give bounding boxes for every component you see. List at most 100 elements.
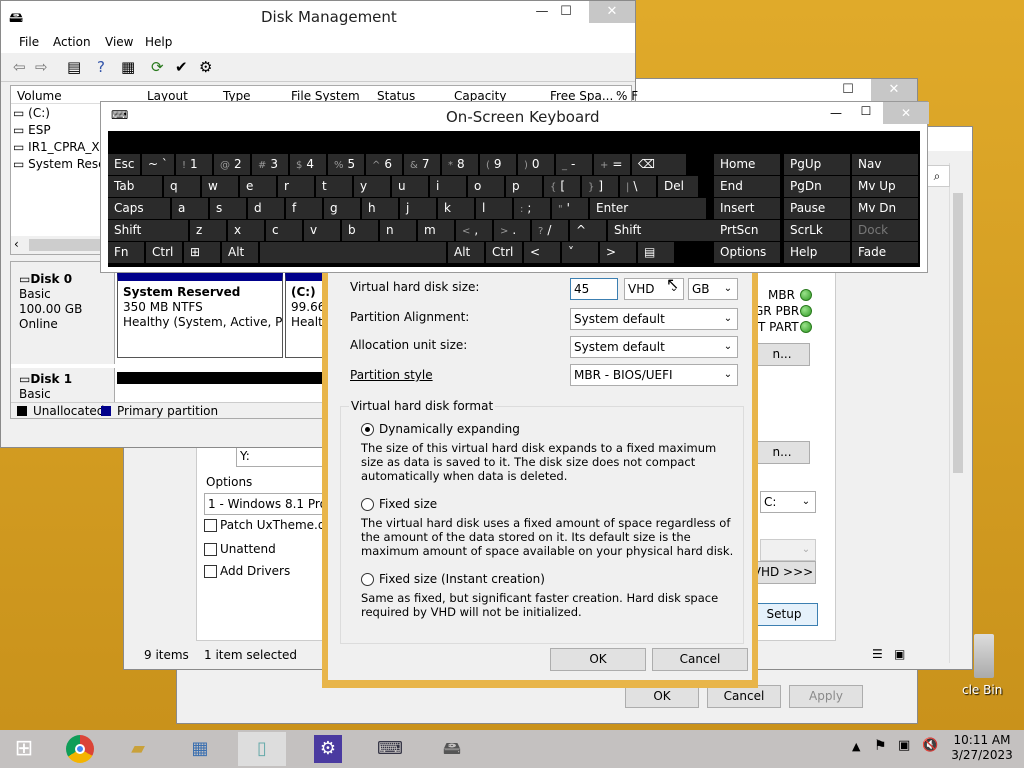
disk1-info[interactable]: ▭Disk 1 Basic bbox=[11, 368, 115, 402]
key-nav[interactable]: Nav bbox=[852, 154, 918, 175]
key-sym4-9[interactable]: > bbox=[600, 242, 636, 263]
key-sym1-11[interactable]: {[ bbox=[544, 176, 580, 197]
settings-icon[interactable]: ⚙ bbox=[304, 732, 352, 766]
disk-tool-icon[interactable]: 🖴 bbox=[428, 732, 476, 766]
list-item[interactable]: ▭ System Reser bbox=[13, 157, 110, 171]
control-panel-icon[interactable]: ▦ bbox=[176, 732, 224, 766]
key-y[interactable]: y bbox=[354, 176, 390, 197]
add-drivers-checkbox[interactable] bbox=[204, 565, 217, 578]
refresh-icon[interactable]: ⟳ bbox=[151, 58, 164, 76]
key-caps[interactable]: Caps bbox=[108, 198, 170, 219]
drive-select[interactable]: C: ⌄ bbox=[760, 491, 816, 513]
key-2[interactable]: @2 bbox=[214, 154, 250, 175]
list-item[interactable]: ▭ ESP bbox=[13, 123, 51, 137]
maximize-button[interactable]: ☐ bbox=[543, 1, 589, 23]
unattend-checkbox[interactable] bbox=[204, 543, 217, 556]
close-button[interactable]: ✕ bbox=[883, 102, 929, 124]
network-icon[interactable]: ▣ bbox=[898, 738, 910, 753]
key-sym4-7[interactable]: < bbox=[524, 242, 560, 263]
cancel-button[interactable]: Cancel bbox=[707, 685, 781, 708]
key-sym1-12[interactable]: }] bbox=[582, 176, 618, 197]
key-i[interactable]: i bbox=[430, 176, 466, 197]
key-dock[interactable]: Dock bbox=[852, 220, 918, 241]
key-w[interactable]: w bbox=[202, 176, 238, 197]
key-j[interactable]: j bbox=[400, 198, 436, 219]
instant-radio[interactable] bbox=[361, 573, 374, 586]
key-b[interactable]: b bbox=[342, 220, 378, 241]
key-ctrl[interactable]: Ctrl bbox=[486, 242, 522, 263]
key-7[interactable]: & 7 bbox=[404, 154, 440, 175]
partition-style-select[interactable]: MBR - BIOS/UEFI ⌄ bbox=[570, 364, 738, 386]
browse-button-2[interactable]: n... bbox=[754, 441, 810, 464]
cancel-button[interactable]: Cancel bbox=[652, 648, 748, 671]
key-enter[interactable]: Enter bbox=[590, 198, 706, 219]
close-button[interactable]: ✕ bbox=[871, 79, 917, 101]
key-sym2-11[interactable]: " ' bbox=[552, 198, 588, 219]
key-l[interactable]: l bbox=[476, 198, 512, 219]
key-shift[interactable]: Shift bbox=[608, 220, 716, 241]
key-9[interactable]: (9 bbox=[480, 154, 516, 175]
alignment-select[interactable]: System default ⌄ bbox=[570, 308, 738, 330]
chrome-icon[interactable] bbox=[56, 732, 104, 766]
key-insert[interactable]: Insert bbox=[714, 198, 780, 219]
key-0[interactable]: ) 0 bbox=[518, 154, 554, 175]
key-x[interactable]: x bbox=[228, 220, 264, 241]
list-item[interactable]: ▭ (C:) bbox=[13, 106, 50, 120]
key-p[interactable]: p bbox=[506, 176, 542, 197]
key-pgdn[interactable]: PgDn bbox=[784, 176, 850, 197]
menu-view[interactable]: View bbox=[105, 35, 133, 49]
key-sym3-10[interactable]: ? / bbox=[532, 220, 568, 241]
notepad-icon[interactable]: ▯ bbox=[238, 732, 286, 766]
key-e[interactable]: e bbox=[240, 176, 276, 197]
key-sym3-11[interactable]: ^ bbox=[570, 220, 606, 241]
key-d[interactable]: d bbox=[248, 198, 284, 219]
key-r[interactable]: r bbox=[278, 176, 314, 197]
file-explorer-icon[interactable]: ▰ bbox=[114, 732, 162, 766]
menu-action[interactable]: Action bbox=[53, 35, 91, 49]
key-sym4-2[interactable]: ⊞ bbox=[184, 242, 220, 263]
key-ctrl[interactable]: Ctrl bbox=[146, 242, 182, 263]
show-hidden-icons[interactable]: ▲ bbox=[852, 740, 860, 753]
key-mvdn[interactable]: Mv Dn bbox=[852, 198, 918, 219]
key-tab[interactable]: Tab bbox=[108, 176, 162, 197]
scroll-left-icon[interactable]: ‹ bbox=[14, 237, 19, 251]
help-icon[interactable]: ? bbox=[97, 58, 105, 76]
partition-system-reserved[interactable]: System Reserved 350 MB NTFS Healthy (Sys… bbox=[117, 272, 283, 358]
menu-file[interactable]: File bbox=[19, 35, 39, 49]
ok-button[interactable]: OK bbox=[625, 685, 699, 708]
key-sym0-12[interactable]: _ - bbox=[556, 154, 592, 175]
maximize-button[interactable]: ☐ bbox=[853, 104, 879, 118]
forward-icon[interactable]: ⇨ bbox=[35, 58, 48, 76]
key-t[interactable]: t bbox=[316, 176, 352, 197]
dynamic-radio[interactable] bbox=[361, 423, 374, 436]
recycle-bin-label[interactable]: cle Bin bbox=[962, 683, 1002, 697]
key-fn[interactable]: Fn bbox=[108, 242, 144, 263]
instant-label[interactable]: Fixed size (Instant creation) bbox=[379, 572, 545, 586]
key-end[interactable]: End bbox=[714, 176, 780, 197]
key-sym0-14[interactable]: ⌫ bbox=[632, 154, 686, 175]
ok-button[interactable]: OK bbox=[550, 648, 646, 671]
key-g[interactable]: g bbox=[324, 198, 360, 219]
large-icons-view-icon[interactable]: ▣ bbox=[894, 647, 905, 661]
key-help[interactable]: Help bbox=[784, 242, 850, 263]
key-m[interactable]: m bbox=[418, 220, 454, 241]
key-home[interactable]: Home bbox=[714, 154, 780, 175]
key-o[interactable]: o bbox=[468, 176, 504, 197]
key-alt[interactable]: Alt bbox=[448, 242, 484, 263]
size-unit-select[interactable]: GB ⌄ bbox=[688, 278, 738, 300]
recycle-bin-icon[interactable] bbox=[974, 634, 994, 678]
settings-icon[interactable]: ⚙ bbox=[199, 58, 212, 76]
key-4[interactable]: $4 bbox=[290, 154, 326, 175]
key-5[interactable]: % 5 bbox=[328, 154, 364, 175]
key-v[interactable]: v bbox=[304, 220, 340, 241]
key-6[interactable]: ^ 6 bbox=[366, 154, 402, 175]
minimize-button[interactable]: — bbox=[823, 106, 849, 120]
key-sym1-13[interactable]: | \ bbox=[620, 176, 656, 197]
clock[interactable]: 10:11 AM 3/27/2023 bbox=[950, 733, 1014, 763]
key-sym4-8[interactable]: ˅ bbox=[562, 242, 598, 263]
key-sym2-10[interactable]: :; bbox=[514, 198, 550, 219]
key-s[interactable]: s bbox=[210, 198, 246, 219]
menu-help[interactable]: Help bbox=[145, 35, 172, 49]
apply-button[interactable]: Apply bbox=[789, 685, 863, 708]
show-hide-tree-icon[interactable]: ▤ bbox=[67, 58, 81, 76]
